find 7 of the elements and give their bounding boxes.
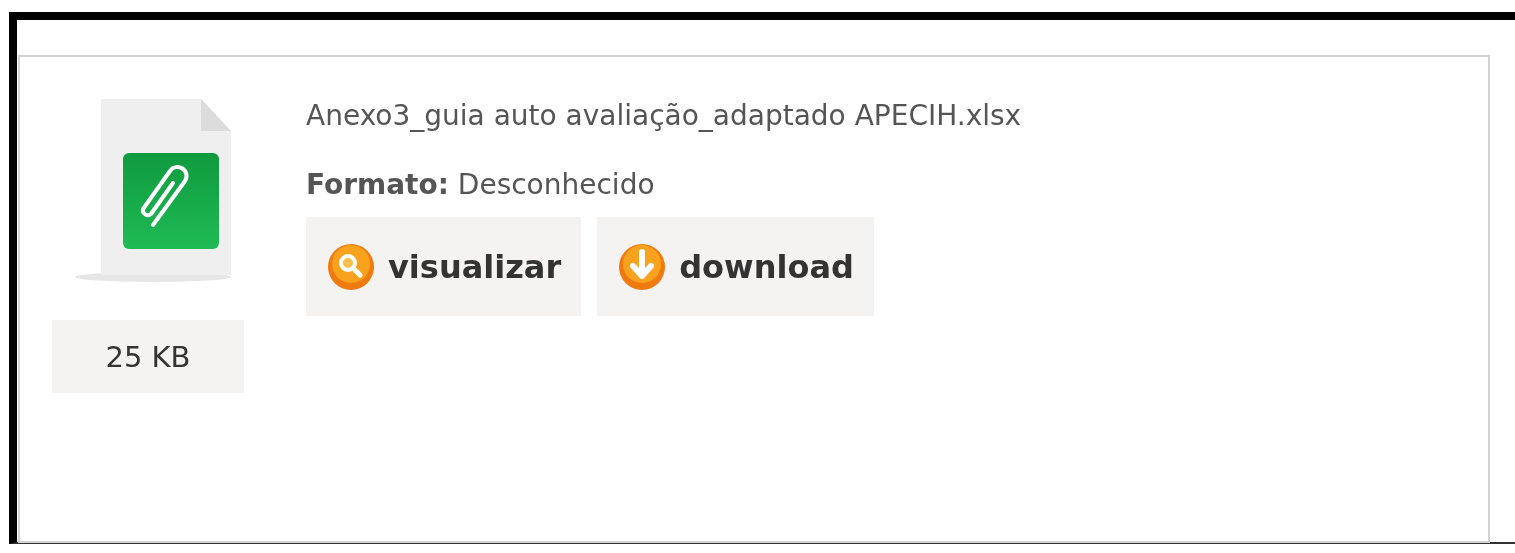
file-size-label: 25 KB bbox=[52, 320, 244, 393]
file-format-text: Formato: Desconhecido bbox=[306, 168, 655, 201]
view-button[interactable]: visualizar bbox=[306, 217, 582, 316]
search-icon bbox=[326, 241, 376, 292]
download-icon bbox=[617, 241, 668, 292]
download-button[interactable]: download bbox=[597, 217, 874, 316]
file-name: Anexo3_guia auto avaliação_adaptado APECIH.xlsx bbox=[306, 99, 1022, 132]
